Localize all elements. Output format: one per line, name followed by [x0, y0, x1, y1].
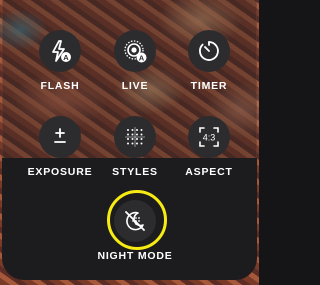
- live-label: LIVE: [121, 80, 149, 92]
- svg-text:A: A: [63, 53, 69, 62]
- night-mode-off-icon: [125, 211, 145, 231]
- flash-auto-icon: A: [52, 40, 71, 62]
- timer-button[interactable]: [188, 30, 230, 72]
- night-mode-label: NIGHT MODE: [97, 250, 173, 262]
- timer-label: TIMER: [190, 80, 228, 92]
- flash-label: FLASH: [40, 80, 80, 92]
- exposure-control[interactable]: EXPOSURE: [20, 116, 100, 178]
- flash-button[interactable]: A: [39, 30, 81, 72]
- night-mode-button[interactable]: [114, 200, 156, 242]
- styles-label: STYLES: [112, 166, 158, 178]
- dot-grid-icon: [125, 127, 145, 147]
- aspect-ratio-icon: 4:3: [199, 127, 219, 147]
- night-mode-control[interactable]: NIGHT MODE: [95, 200, 175, 262]
- live-button[interactable]: A: [114, 30, 156, 72]
- live-control[interactable]: A LIVE: [95, 30, 175, 92]
- live-photo-auto-icon: A: [124, 40, 147, 63]
- svg-text:A: A: [139, 54, 145, 63]
- aspect-control[interactable]: 4:3 ASPECT: [169, 116, 249, 178]
- timer-control[interactable]: TIMER: [169, 30, 249, 92]
- plus-minus-icon: [54, 128, 66, 143]
- aspect-ratio-text: 4:3: [203, 133, 216, 143]
- flash-control[interactable]: A FLASH: [20, 30, 100, 92]
- styles-control[interactable]: STYLES: [95, 116, 175, 178]
- aspect-button[interactable]: 4:3: [188, 116, 230, 158]
- timer-icon: [199, 41, 219, 61]
- aspect-label: ASPECT: [185, 166, 233, 178]
- styles-button[interactable]: [114, 116, 156, 158]
- exposure-button[interactable]: [39, 116, 81, 158]
- exposure-label: EXPOSURE: [27, 166, 93, 178]
